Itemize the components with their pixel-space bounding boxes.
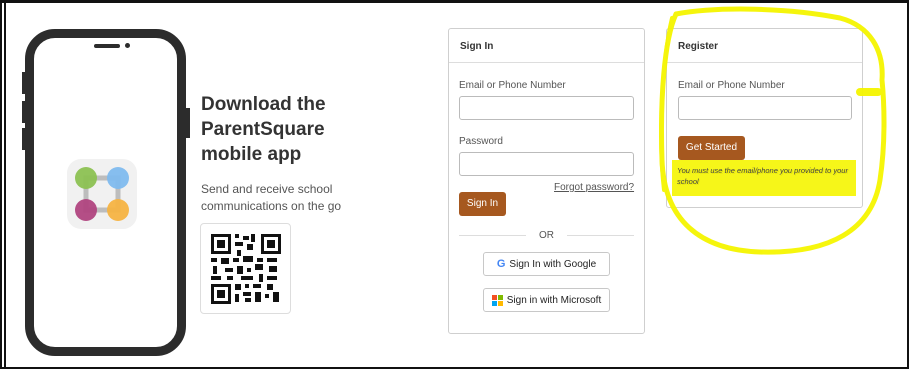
or-divider-right [567, 235, 634, 236]
microsoft-icon [491, 294, 503, 306]
signin-panel: Sign In Email or Phone Number Password F… [448, 28, 645, 334]
download-subtitle: Send and receive school communications o… [201, 182, 342, 213]
window-edge [4, 0, 6, 369]
google-sign-in-label: Sign In with Google [509, 258, 597, 270]
microsoft-sign-in-label: Sign in with Microsoft [506, 294, 602, 306]
or-label: OR [539, 230, 554, 241]
password-input[interactable] [459, 152, 634, 176]
phone-speaker [94, 44, 120, 48]
microsoft-sign-in-button[interactable]: Sign in with Microsoft [483, 288, 610, 312]
parentsquare-app-icon [67, 159, 137, 229]
phone-mockup [25, 29, 186, 356]
register-heading: Register [667, 29, 862, 63]
register-email-input[interactable] [678, 96, 852, 120]
register-email-label: Email or Phone Number [678, 80, 785, 91]
or-divider-left [459, 235, 526, 236]
google-sign-in-button[interactable]: G Sign In with Google [483, 252, 610, 276]
forgot-password-link[interactable]: Forgot password? [554, 182, 634, 193]
signin-email-input[interactable] [459, 96, 634, 120]
register-hint-overlay: You must use the email/phone you provide… [677, 166, 848, 186]
download-title: Download the ParentSquare mobile app [201, 94, 326, 165]
google-icon: G [496, 258, 506, 270]
qr-code[interactable] [200, 223, 291, 314]
password-label: Password [459, 136, 503, 147]
signin-email-label: Email or Phone Number [459, 80, 566, 91]
qr-code-icon [211, 234, 281, 304]
get-started-button[interactable]: Get Started [678, 136, 745, 160]
phone-camera [125, 43, 130, 48]
signin-heading: Sign In [449, 29, 644, 63]
sign-in-button[interactable]: Sign In [459, 192, 506, 216]
